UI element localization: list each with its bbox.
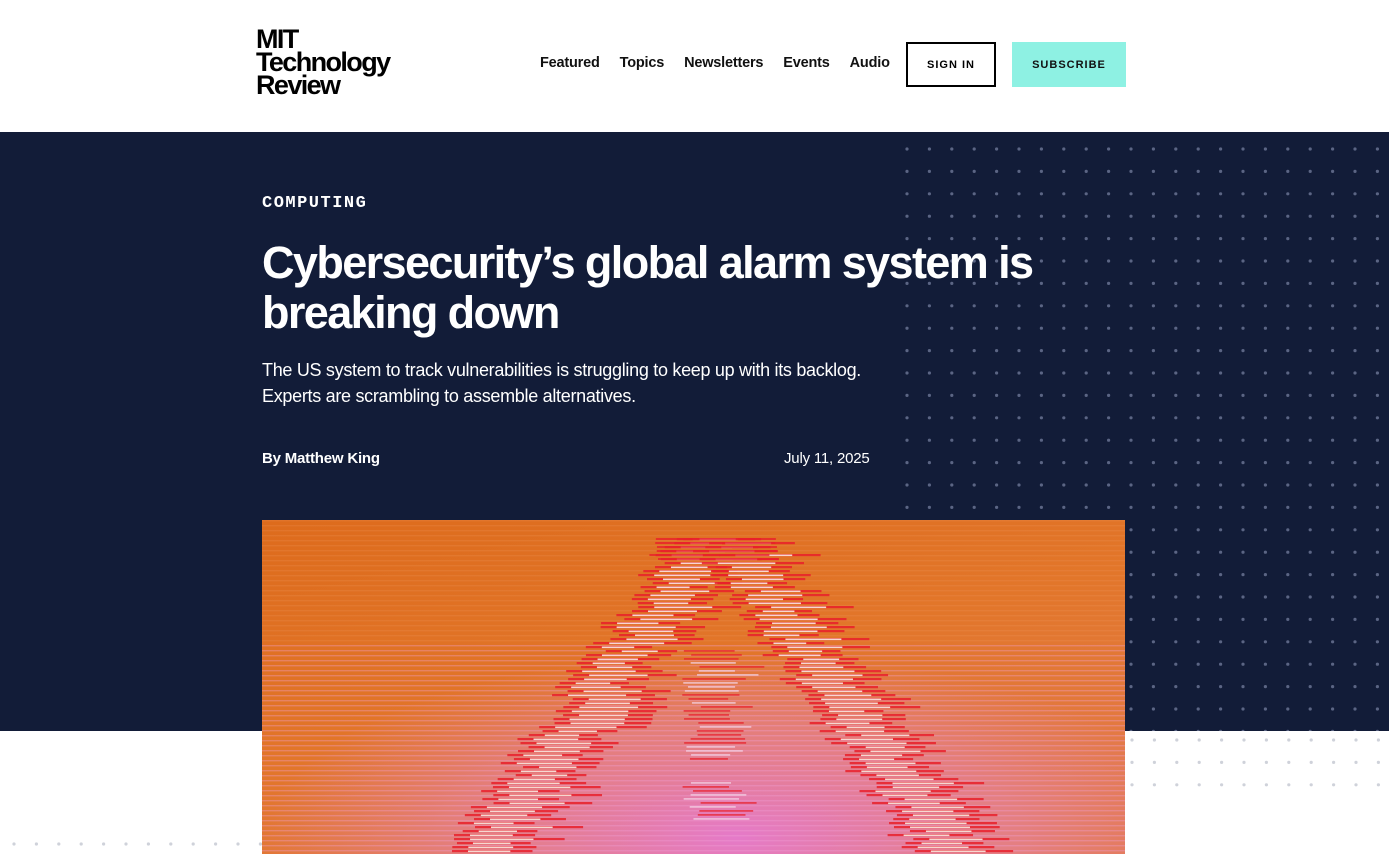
nav-newsletters[interactable]: Newsletters <box>684 53 763 73</box>
article-dek: The US system to track vulnerabilities i… <box>262 360 861 406</box>
subscribe-button[interactable]: SUBSCRIBE <box>1012 42 1126 87</box>
logo-line-3: Review <box>256 70 341 100</box>
article-date: July 11, 2025 <box>784 450 870 467</box>
warning-triangle-glitch-icon <box>262 520 1125 854</box>
site-header: MIT Technology Review Featured Topics Ne… <box>0 0 1389 132</box>
sign-in-button[interactable]: SIGN IN <box>906 42 996 87</box>
nav-topics[interactable]: Topics <box>620 53 665 73</box>
dot-grid-pattern-light-left <box>12 842 262 846</box>
byline-prefix: By <box>262 450 285 467</box>
nav-featured[interactable]: Featured <box>540 53 600 73</box>
article-headline: Cybersecurity’s global alarm system is b… <box>262 237 1034 338</box>
article-byline: By Matthew King <box>262 450 380 467</box>
article-category[interactable]: COMPUTING <box>262 194 367 213</box>
site-logo[interactable]: MIT Technology Review <box>256 26 391 100</box>
dot-grid-pattern-light <box>1130 738 1380 787</box>
nav-events[interactable]: Events <box>783 53 830 73</box>
nav-audio[interactable]: Audio <box>850 53 890 73</box>
main-nav: Featured Topics Newsletters Events Audio <box>540 53 890 73</box>
article-hero-image <box>262 520 1125 854</box>
author-link[interactable]: Matthew King <box>285 450 380 467</box>
